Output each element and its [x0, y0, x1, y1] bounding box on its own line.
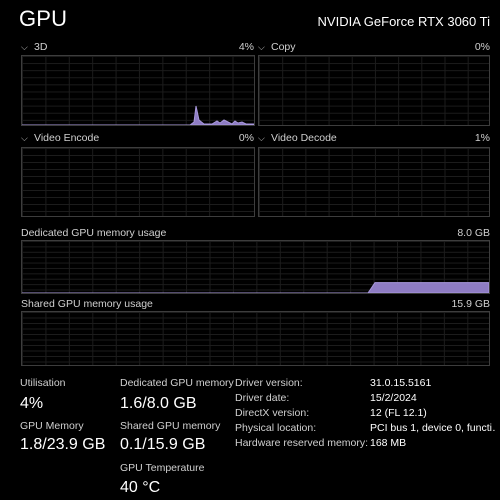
hardware-reserved-memory-value: 168 MB — [370, 437, 407, 449]
dedicated-gpu-memory-value: 1.6/8.0 GB — [120, 395, 197, 412]
driver-date-value: 15/2/2024 — [370, 392, 417, 404]
engine-value-copy: 0% — [474, 41, 490, 53]
engine-selector-video-encode[interactable]: ⌵ Video Encode — [21, 132, 99, 144]
dedicated-memory-series — [22, 282, 489, 293]
engine-label-3d: 3D — [34, 41, 48, 53]
graph-3d-series — [22, 105, 254, 125]
dedicated-memory-graph — [21, 240, 490, 294]
engine-graph-3d — [21, 55, 255, 126]
gpu-memory-label: GPU Memory — [20, 420, 84, 432]
shared-memory-label: Shared GPU memory usage — [21, 298, 153, 310]
engine-graph-video-decode — [258, 147, 490, 217]
physical-location-value: PCI bus 1, device 0, functi… — [370, 422, 495, 434]
gpu-temperature-value: 40 °C — [120, 479, 161, 496]
shared-memory-graph — [21, 311, 490, 366]
driver-version-label: Driver version: — [235, 377, 303, 389]
utilisation-label: Utilisation — [20, 377, 66, 389]
physical-location-label: Physical location: — [235, 422, 317, 434]
engine-graph-video-encode — [21, 147, 255, 217]
dedicated-memory-label: Dedicated GPU memory usage — [21, 227, 167, 239]
chevron-down-icon: ⌵ — [258, 41, 265, 52]
engine-label-copy: Copy — [271, 41, 296, 53]
gpu-name: NVIDIA GeForce RTX 3060 Ti — [317, 14, 490, 29]
graph-3d-plot — [22, 105, 254, 125]
driver-date-label: Driver date: — [235, 392, 290, 404]
engine-selector-video-decode[interactable]: ⌵ Video Decode — [258, 132, 337, 144]
chevron-down-icon: ⌵ — [21, 41, 28, 52]
hardware-reserved-memory-label: Hardware reserved memory: — [235, 437, 369, 449]
dedicated-memory-max: 8.0 GB — [457, 227, 490, 239]
engine-value-3d: 4% — [238, 41, 254, 53]
engine-value-video-decode: 1% — [474, 132, 490, 144]
chevron-down-icon: ⌵ — [258, 132, 265, 143]
shared-memory-max: 15.9 GB — [451, 298, 490, 310]
directx-version-value: 12 (FL 12.1) — [370, 407, 427, 419]
directx-version-label: DirectX version: — [235, 407, 310, 419]
engine-value-video-encode: 0% — [238, 132, 254, 144]
utilisation-value: 4% — [20, 395, 44, 412]
page-title: GPU — [19, 6, 68, 31]
engine-label-video-decode: Video Decode — [271, 132, 337, 144]
shared-gpu-memory-label: Shared GPU memory — [120, 420, 221, 432]
engine-label-video-encode: Video Encode — [34, 132, 100, 144]
gpu-memory-value: 1.8/23.9 GB — [20, 436, 106, 453]
dedicated-memory-plot — [22, 282, 489, 293]
shared-gpu-memory-value: 0.1/15.9 GB — [120, 436, 206, 453]
engine-graph-copy — [258, 55, 490, 126]
driver-version-value: 31.0.15.5161 — [370, 377, 432, 389]
chevron-down-icon: ⌵ — [21, 132, 28, 143]
engine-selector-3d[interactable]: ⌵ 3D — [21, 41, 47, 53]
engine-selector-copy[interactable]: ⌵ Copy — [258, 41, 296, 53]
dedicated-gpu-memory-label: Dedicated GPU memory — [120, 377, 234, 389]
gpu-temperature-label: GPU Temperature — [120, 462, 205, 474]
